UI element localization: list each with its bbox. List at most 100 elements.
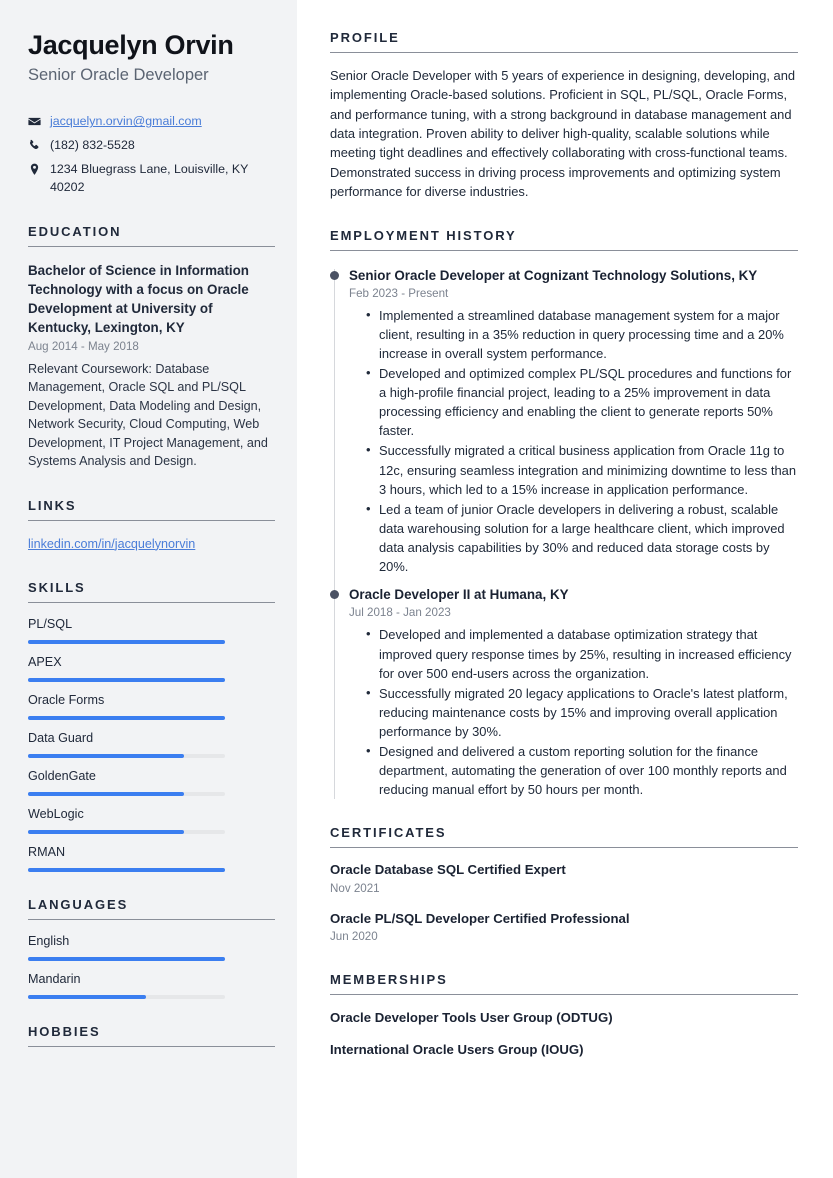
membership-title: Oracle Developer Tools User Group (ODTUG… — [330, 1009, 613, 1025]
skill-label: RMAN — [28, 845, 66, 860]
skill-label: WebLogic — [28, 807, 84, 822]
education-divider — [28, 246, 275, 248]
hobbies-divider — [28, 1046, 275, 1048]
certificates-divider — [330, 847, 798, 849]
employment-bullet: Successfully migrated 20 legacy applicat… — [366, 683, 798, 741]
section-education: EDUCATION Bachelor of Science in Informa… — [28, 224, 275, 470]
employment-bullet-list: Developed and implemented a database opt… — [349, 624, 798, 799]
section-links: LINKS linkedin.com/in/jacquelynorvin — [28, 498, 275, 554]
skill-bar-fill — [28, 830, 184, 835]
skills-heading: SKILLS — [28, 580, 86, 596]
employment-bullet: Designed and delivered a custom reportin… — [366, 741, 798, 799]
language-bar-track — [28, 957, 225, 962]
section-hobbies: HOBBIES — [28, 1024, 275, 1048]
employment-heading: EMPLOYMENT HISTORY — [330, 227, 517, 243]
skill-item: RMAN — [28, 844, 275, 873]
certificate-title: Oracle Database SQL Certified Expert — [330, 862, 566, 878]
section-languages: LANGUAGES English Mandarin — [28, 897, 275, 1000]
skill-label: GoldenGate — [28, 769, 96, 784]
education-date: Aug 2014 - May 2018 — [28, 340, 139, 354]
skill-label: Data Guard — [28, 731, 94, 746]
employment-bullet-list: Implemented a streamlined database manag… — [349, 305, 798, 576]
certificate-entry: Oracle PL/SQL Developer Certified Profes… — [330, 910, 798, 946]
skill-label: APEX — [28, 655, 62, 670]
language-label: Mandarin — [28, 972, 81, 987]
phone-icon — [28, 137, 41, 152]
certificate-date: Jun 2020 — [330, 930, 378, 944]
employment-date: Jul 2018 - Jan 2023 — [349, 606, 451, 620]
language-item: English — [28, 933, 275, 962]
employment-entry: Oracle Developer II at Humana, KY Jul 20… — [330, 586, 798, 799]
phone-value: (182) 832-5528 — [50, 138, 135, 153]
skill-item: APEX — [28, 654, 275, 683]
contact-phone-row: (182) 832-5528 — [28, 137, 275, 155]
linkedin-link[interactable]: linkedin.com/in/jacquelynorvin — [28, 537, 195, 551]
section-certificates: CERTIFICATES Oracle Database SQL Certifi… — [330, 825, 798, 945]
skill-label: PL/SQL — [28, 617, 73, 632]
skill-item: Data Guard — [28, 730, 275, 759]
employment-title: Oracle Developer II at Humana, KY — [349, 587, 569, 603]
job-title-subheading: Senior Oracle Developer — [28, 65, 209, 84]
email-link[interactable]: jacquelyn.orvin@gmail.com — [50, 113, 202, 131]
employment-timeline: Senior Oracle Developer at Cognizant Tec… — [330, 267, 798, 800]
skill-bar-track — [28, 678, 225, 683]
page-title: Jacquelyn Orvin — [28, 30, 234, 60]
contact-list: jacquelyn.orvin@gmail.com (182) 832-5528… — [28, 113, 275, 197]
profile-text: Senior Oracle Developer with 5 years of … — [330, 68, 796, 200]
envelope-icon — [28, 113, 41, 128]
main-column: PROFILE Senior Oracle Developer with 5 y… — [297, 0, 833, 1178]
employment-divider — [330, 249, 798, 251]
skill-bar-track — [28, 640, 225, 645]
languages-heading: LANGUAGES — [28, 897, 129, 913]
employment-bullet: Developed and optimized complex PL/SQL p… — [366, 363, 798, 440]
certificate-date: Nov 2021 — [330, 881, 380, 895]
sidebar: Jacquelyn Orvin Senior Oracle Developer … — [0, 0, 297, 1178]
profile-divider — [330, 52, 798, 53]
skills-divider — [28, 602, 275, 604]
skill-item: PL/SQL — [28, 616, 275, 645]
education-description: Relevant Coursework: Database Management… — [28, 361, 268, 469]
resume-document: Jacquelyn Orvin Senior Oracle Developer … — [0, 0, 833, 1178]
memberships-heading: MEMBERSHIPS — [330, 971, 448, 987]
certificate-entry: Oracle Database SQL Certified Expert Nov… — [330, 861, 798, 897]
skill-bar-track — [28, 792, 225, 797]
language-item: Mandarin — [28, 971, 275, 1000]
skill-bar-track — [28, 754, 225, 759]
skill-bar-track — [28, 868, 225, 873]
skill-label: Oracle Forms — [28, 693, 105, 708]
education-degree: Bachelor of Science in Information Techn… — [28, 263, 249, 336]
section-profile: PROFILE Senior Oracle Developer with 5 y… — [330, 30, 798, 202]
section-memberships: MEMBERSHIPS Oracle Developer Tools User … — [330, 972, 798, 1060]
timeline-dot-icon — [330, 270, 339, 280]
languages-bar-list: English Mandarin — [28, 933, 275, 1000]
employment-bullet: Led a team of junior Oracle developers i… — [366, 499, 798, 576]
location-pin-icon — [28, 161, 41, 176]
section-skills: SKILLS PL/SQL APEX Oracle Forms Data Gua… — [28, 580, 275, 873]
contact-address-row: 1234 Bluegrass Lane, Louisville, KY 4020… — [28, 161, 275, 197]
languages-divider — [28, 919, 275, 921]
skill-bar-track — [28, 830, 225, 835]
skill-item: WebLogic — [28, 806, 275, 835]
memberships-divider — [330, 993, 798, 995]
profile-heading: PROFILE — [330, 30, 400, 45]
skill-item: GoldenGate — [28, 768, 275, 797]
address-value: 1234 Bluegrass Lane, Louisville, KY 4020… — [50, 162, 249, 195]
employment-title: Senior Oracle Developer at Cognizant Tec… — [349, 267, 758, 283]
section-employment-history: EMPLOYMENT HISTORY Senior Oracle Develop… — [330, 228, 798, 800]
membership-entry: Oracle Developer Tools User Group (ODTUG… — [330, 1009, 798, 1027]
contact-email-row[interactable]: jacquelyn.orvin@gmail.com — [28, 113, 275, 131]
employment-bullet: Implemented a streamlined database manag… — [366, 305, 798, 363]
employment-date: Feb 2023 - Present — [349, 286, 449, 300]
language-bar-fill — [28, 995, 147, 1000]
employment-bullet: Successfully migrated a critical busines… — [366, 440, 798, 498]
skill-bar-track — [28, 716, 225, 721]
skill-bar-fill — [28, 716, 225, 721]
links-divider — [28, 519, 275, 521]
links-list: linkedin.com/in/jacquelynorvin — [28, 536, 275, 554]
certificates-heading: CERTIFICATES — [330, 825, 447, 841]
membership-entry: International Oracle Users Group (IOUG) — [330, 1041, 798, 1059]
language-bar-track — [28, 995, 225, 1000]
certificate-title: Oracle PL/SQL Developer Certified Profes… — [330, 911, 630, 926]
timeline-dot-icon — [330, 590, 339, 600]
skill-bar-fill — [28, 792, 184, 797]
